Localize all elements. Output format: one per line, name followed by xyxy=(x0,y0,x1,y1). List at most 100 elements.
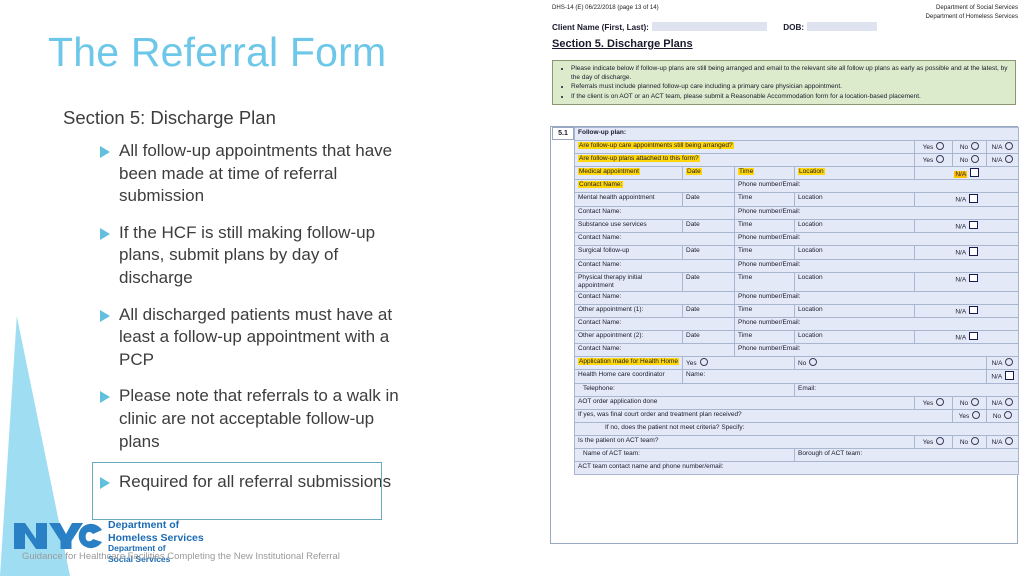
radio-icon[interactable] xyxy=(971,397,980,406)
q2-yes-option[interactable]: Yes xyxy=(914,153,953,167)
appointment-na-checkbox[interactable]: N/A xyxy=(913,271,1020,292)
q1-no-option[interactable]: No xyxy=(952,140,987,154)
appointment-na-checkbox[interactable]: N/A xyxy=(913,303,1020,318)
appointment-date-cell[interactable]: Date xyxy=(682,303,735,318)
health-home-label: Application made for Health Home xyxy=(574,356,683,371)
contact-name-cell[interactable]: Contact Name: xyxy=(574,258,735,273)
table-row: Substance use services Date Time Locatio… xyxy=(574,218,1020,234)
act-contact-field[interactable]: ACT team contact name and phone number/e… xyxy=(573,460,1020,475)
appointment-time-cell[interactable]: Time xyxy=(734,218,795,234)
radio-icon[interactable] xyxy=(809,358,818,367)
appointment-time-cell[interactable]: Time xyxy=(734,271,795,292)
aot-followup-no-option[interactable]: No xyxy=(985,408,1020,423)
appointment-time-cell[interactable]: Time xyxy=(734,165,795,181)
appointment-location-cell[interactable]: Location xyxy=(794,165,915,181)
contact-name-cell[interactable]: Contact Name: xyxy=(574,232,735,247)
phone-email-cell[interactable]: Phone number/Email: xyxy=(733,258,1020,273)
aot-followup-yes-option[interactable]: Yes xyxy=(952,408,987,423)
table-row: Medical appointment Date Time Location N… xyxy=(574,165,1020,181)
radio-icon[interactable] xyxy=(936,155,945,163)
aot-na-option[interactable]: N/A xyxy=(985,395,1020,410)
appointment-time-cell[interactable]: Time xyxy=(734,329,795,345)
appointment-location-cell[interactable]: Location xyxy=(794,245,915,260)
appointment-time-cell[interactable]: Time xyxy=(734,192,795,207)
appointment-location-cell[interactable]: Location xyxy=(794,329,915,345)
radio-icon[interactable] xyxy=(972,410,981,419)
radio-icon[interactable] xyxy=(1005,155,1014,163)
bullet-list: All follow-up appointments that have bee… xyxy=(100,140,400,508)
q2-na-option[interactable]: N/A xyxy=(985,153,1020,167)
nyc-logo-icon xyxy=(14,523,102,549)
checkbox-icon[interactable] xyxy=(969,194,978,203)
q1-na-option[interactable]: N/A xyxy=(985,140,1020,154)
checkbox-icon[interactable] xyxy=(969,273,978,283)
checkbox-icon[interactable] xyxy=(970,168,979,177)
health-home-yes-option[interactable]: Yes xyxy=(682,356,795,371)
appointment-date-cell[interactable]: Date xyxy=(682,271,735,292)
aot-criteria-field[interactable]: If no, does the patient not meet criteri… xyxy=(573,421,1020,436)
appointment-location-cell[interactable]: Location xyxy=(794,271,915,292)
appointment-na-checkbox[interactable]: N/A xyxy=(913,329,1020,345)
radio-icon[interactable] xyxy=(1004,410,1013,419)
act-na-option[interactable]: N/A xyxy=(985,434,1020,449)
phone-email-cell[interactable]: Phone number/Email: xyxy=(733,290,1020,305)
contact-name-cell[interactable]: Contact Name: xyxy=(574,179,735,194)
contact-name-cell[interactable]: Contact Name: xyxy=(574,343,735,358)
health-home-na-option[interactable]: N/A xyxy=(985,356,1020,371)
appointment-date-cell[interactable]: Date xyxy=(682,165,735,181)
radio-icon[interactable] xyxy=(1005,397,1014,406)
checkbox-icon[interactable] xyxy=(969,305,978,315)
phone-email-cell[interactable]: Phone number/Email: xyxy=(733,343,1020,358)
checkbox-icon[interactable] xyxy=(969,331,978,341)
radio-icon[interactable] xyxy=(1005,142,1014,150)
q1-yes-option[interactable]: Yes xyxy=(914,140,953,154)
hh-email-field[interactable]: Email: xyxy=(793,382,1020,397)
q2-no-option[interactable]: No xyxy=(952,153,987,167)
appointment-location-cell[interactable]: Location xyxy=(794,192,915,207)
act-name-field[interactable]: Name of ACT team: xyxy=(574,447,795,462)
radio-icon[interactable] xyxy=(971,142,980,150)
aot-yes-option[interactable]: Yes xyxy=(914,395,953,410)
checkbox-icon[interactable] xyxy=(969,247,978,256)
appointment-location-cell[interactable]: Location xyxy=(794,303,915,318)
act-borough-field[interactable]: Borough of ACT team: xyxy=(793,447,1020,462)
appointment-time-cell[interactable]: Time xyxy=(734,245,795,260)
radio-icon[interactable] xyxy=(971,155,980,163)
radio-icon[interactable] xyxy=(1005,358,1014,367)
client-name-redacted-field xyxy=(651,22,767,31)
hh-telephone-field[interactable]: Telephone: xyxy=(574,382,795,397)
appointment-na-checkbox[interactable]: N/A xyxy=(913,218,1020,234)
phone-email-cell[interactable]: Phone number/Email: xyxy=(733,316,1020,331)
appointment-date-cell[interactable]: Date xyxy=(682,329,735,345)
appointment-na-checkbox[interactable]: N/A xyxy=(913,165,1020,181)
radio-icon[interactable] xyxy=(699,358,708,367)
act-no-option[interactable]: No xyxy=(952,434,987,449)
contact-name-cell[interactable]: Contact Name: xyxy=(574,290,735,305)
health-home-no-option[interactable]: No xyxy=(794,356,987,371)
appointment-date-cell[interactable]: Date xyxy=(682,218,735,234)
phone-email-cell[interactable]: Phone number/Email: xyxy=(733,232,1020,247)
appointment-location-cell[interactable]: Location xyxy=(794,218,915,234)
act-yes-option[interactable]: Yes xyxy=(914,434,953,449)
appointment-date-cell[interactable]: Date xyxy=(682,192,735,207)
appointment-label: Medical appointment xyxy=(574,165,683,181)
appointment-na-checkbox[interactable]: N/A xyxy=(913,245,1020,260)
radio-icon[interactable] xyxy=(936,436,945,445)
phone-email-cell[interactable]: Phone number/Email: xyxy=(733,179,1020,194)
form-client-row: Client Name (First, Last): DOB: xyxy=(552,22,878,32)
contact-name-cell[interactable]: Contact Name: xyxy=(574,205,735,220)
phone-email-cell[interactable]: Phone number/Email: xyxy=(733,205,1020,220)
contact-name-cell[interactable]: Contact Name: xyxy=(574,316,735,331)
appointment-na-checkbox[interactable]: N/A xyxy=(913,192,1020,207)
radio-icon[interactable] xyxy=(936,397,945,406)
checkbox-icon[interactable] xyxy=(1005,371,1014,380)
hh-coordinator-na-checkbox[interactable]: N/A xyxy=(985,369,1020,384)
appointment-date-cell[interactable]: Date xyxy=(682,245,735,260)
radio-icon[interactable] xyxy=(936,142,945,150)
checkbox-icon[interactable] xyxy=(969,220,978,230)
radio-icon[interactable] xyxy=(971,436,980,445)
hh-coordinator-name-field[interactable]: Name: xyxy=(682,369,987,384)
radio-icon[interactable] xyxy=(1005,436,1014,445)
appointment-time-cell[interactable]: Time xyxy=(734,303,795,318)
aot-no-option[interactable]: No xyxy=(952,395,987,410)
